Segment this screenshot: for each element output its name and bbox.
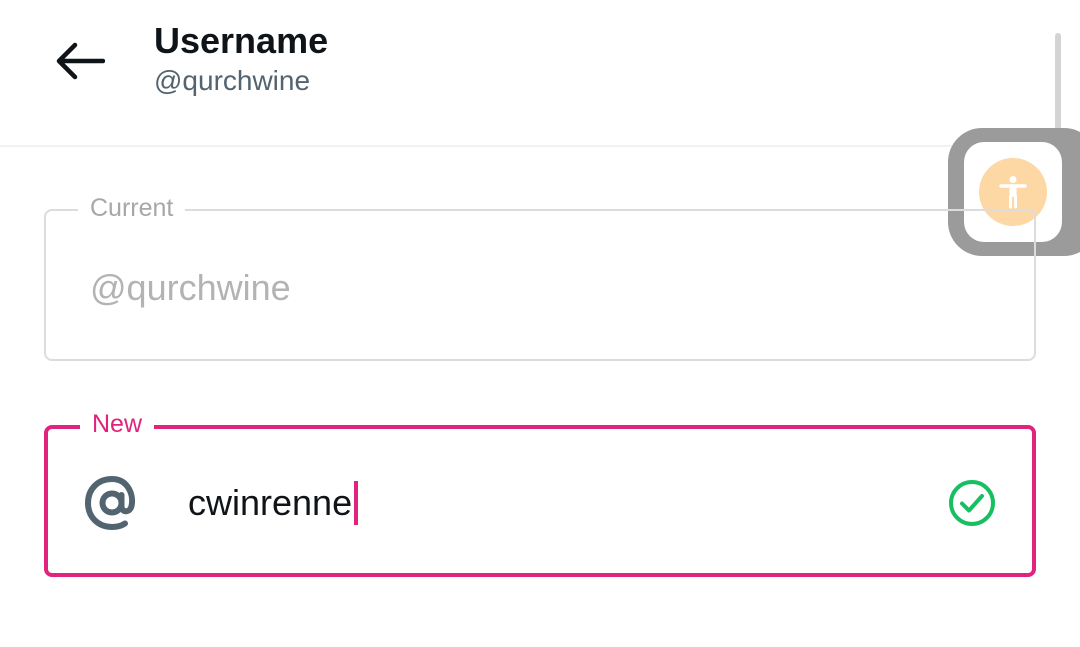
arrow-left-icon — [56, 42, 105, 80]
page-title: Username — [154, 20, 329, 61]
new-field-label: New — [80, 409, 155, 439]
current-username-value: @qurchwine — [90, 267, 291, 308]
header: Username @qurchwine — [0, 0, 1080, 146]
text-cursor — [354, 481, 359, 525]
at-sign-icon — [80, 471, 144, 535]
check-circle-icon — [946, 477, 998, 529]
page-subtitle-handle: @qurchwine — [154, 65, 311, 96]
current-field-label: Current — [78, 193, 186, 223]
header-divider — [0, 145, 1080, 147]
accessibility-person-icon — [999, 176, 1027, 209]
new-username-value: cwinrenne — [188, 482, 353, 523]
new-username-input[interactable]: cwinrenne — [188, 479, 359, 527]
back-button[interactable] — [44, 26, 114, 96]
new-username-field[interactable]: New cwinrenne — [44, 409, 1036, 577]
current-username-field: Current @qurchwine — [44, 193, 1036, 361]
username-settings-screen: Username @qurchwine Current @qurchwine N… — [0, 0, 1080, 647]
